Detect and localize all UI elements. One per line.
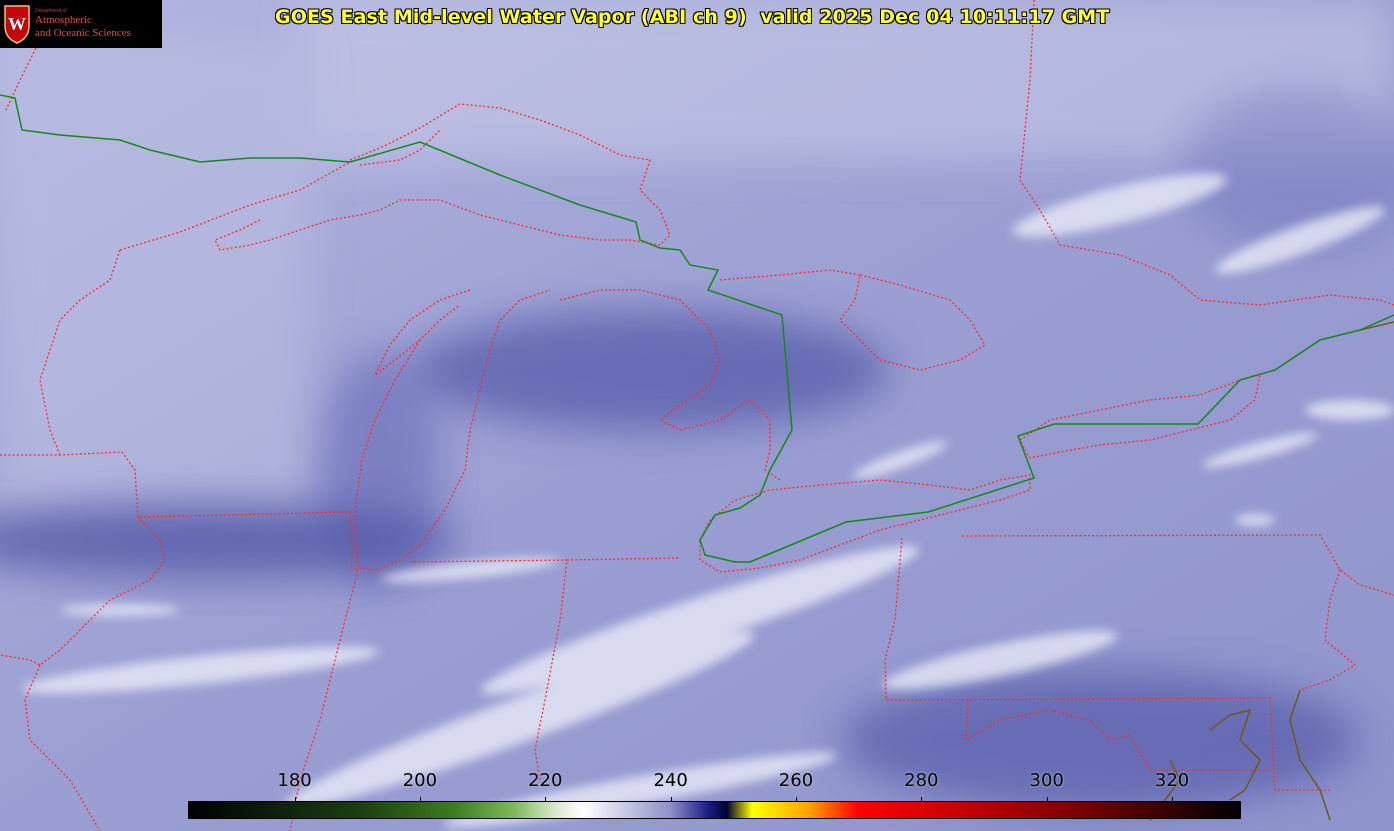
colorbar-tick-label: 320 <box>1154 770 1190 791</box>
logo-line-2: and Oceanic Sciences <box>35 27 131 39</box>
colorbar-tick-label: 300 <box>1029 770 1064 791</box>
svg-text:W: W <box>8 14 26 34</box>
satellite-imagery <box>0 0 1394 831</box>
map-title: GOES East Mid-level Water Vapor (ABI ch … <box>275 6 1110 28</box>
colorbar-tick-label: 280 <box>904 770 939 791</box>
moist-band-lake <box>320 350 440 590</box>
aos-logo: W Department of Atmospheric and Oceanic … <box>0 0 162 48</box>
colorbar-tick-label: 220 <box>528 770 563 791</box>
colorbar-tick-label: 240 <box>653 770 688 791</box>
colorbar-tick-label: 260 <box>778 770 814 791</box>
moist-band-michigan <box>410 310 890 430</box>
temperature-colorbar <box>188 801 1241 819</box>
colorbar-tick-label: 200 <box>402 770 438 791</box>
logo-line-1: Atmospheric <box>35 14 92 26</box>
dry-band-west <box>0 40 310 520</box>
water-vapor-map: W Department of Atmospheric and Oceanic … <box>0 0 1394 831</box>
colorbar-tick-label: 180 <box>277 770 312 791</box>
colorbar-labels: 180 200 220 240 260 280 300 320 <box>0 770 1394 794</box>
uw-crest-icon: W <box>4 5 30 44</box>
